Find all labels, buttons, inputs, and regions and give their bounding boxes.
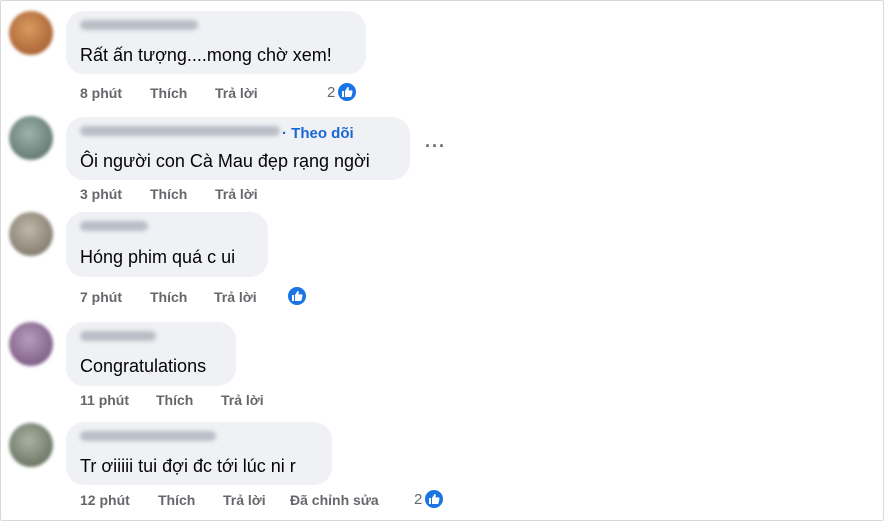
author-name[interactable] bbox=[80, 331, 156, 341]
avatar[interactable] bbox=[9, 423, 53, 467]
timestamp[interactable]: 8 phút bbox=[80, 85, 122, 101]
author-name[interactable] bbox=[80, 431, 216, 441]
timestamp[interactable]: 12 phút bbox=[80, 492, 130, 508]
reaction-count: 2 bbox=[414, 490, 423, 508]
avatar[interactable] bbox=[9, 11, 53, 55]
like-icon bbox=[336, 81, 359, 103]
comment-bubble: Congratulations bbox=[66, 322, 236, 386]
timestamp[interactable]: 3 phút bbox=[80, 186, 122, 202]
avatar[interactable] bbox=[9, 116, 53, 160]
timestamp[interactable]: 11 phút bbox=[80, 392, 129, 408]
reply-button[interactable]: Trả lời bbox=[214, 289, 257, 305]
reaction-count: 2 bbox=[327, 83, 336, 101]
reaction-summary[interactable]: 2 bbox=[327, 81, 359, 103]
comment-text: Rất ấn tượng....mong chờ xem! bbox=[80, 45, 332, 65]
like-button[interactable]: Thích bbox=[156, 392, 193, 408]
author-name[interactable] bbox=[80, 126, 280, 136]
timestamp[interactable]: 7 phút bbox=[80, 289, 122, 305]
edited-label[interactable]: Đã chỉnh sửa bbox=[290, 492, 379, 508]
author-name[interactable] bbox=[80, 20, 198, 30]
reply-button[interactable]: Trả lời bbox=[215, 186, 258, 202]
reply-button[interactable]: Trả lời bbox=[223, 492, 266, 508]
avatar[interactable] bbox=[9, 212, 53, 256]
comment-text: Hóng phim quá c ui bbox=[80, 247, 236, 267]
comment-text: Ôi người con Cà Mau đẹp rạng ngời bbox=[80, 151, 370, 171]
like-icon bbox=[286, 285, 308, 307]
comment-bubble: Tr ơiiiii tui đợi đc tới lúc ni r bbox=[66, 422, 332, 485]
like-button[interactable]: Thích bbox=[158, 492, 195, 508]
like-icon bbox=[423, 488, 446, 510]
like-button[interactable]: Thích bbox=[150, 186, 187, 202]
comment-bubble: Rất ấn tượng....mong chờ xem! bbox=[66, 11, 366, 74]
comment-text: Tr ơiiiii tui đợi đc tới lúc ni r bbox=[80, 456, 296, 476]
like-button[interactable]: Thích bbox=[150, 85, 187, 101]
avatar[interactable] bbox=[9, 322, 53, 366]
reply-button[interactable]: Trả lời bbox=[215, 85, 258, 101]
reaction-summary[interactable] bbox=[285, 285, 308, 307]
follow-link[interactable]: · Theo dõi bbox=[282, 125, 354, 142]
comment-bubble: · Theo dõi Ôi người con Cà Mau đẹp rạng … bbox=[66, 117, 410, 180]
more-options-icon[interactable]: ··· bbox=[425, 136, 446, 157]
reaction-summary[interactable]: 2 bbox=[414, 488, 446, 510]
comment-text: Congratulations bbox=[80, 356, 207, 376]
like-button[interactable]: Thích bbox=[150, 289, 187, 305]
author-name[interactable] bbox=[80, 221, 148, 231]
reply-button[interactable]: Trả lời bbox=[221, 392, 264, 408]
comment-bubble: Hóng phim quá c ui bbox=[66, 212, 268, 277]
